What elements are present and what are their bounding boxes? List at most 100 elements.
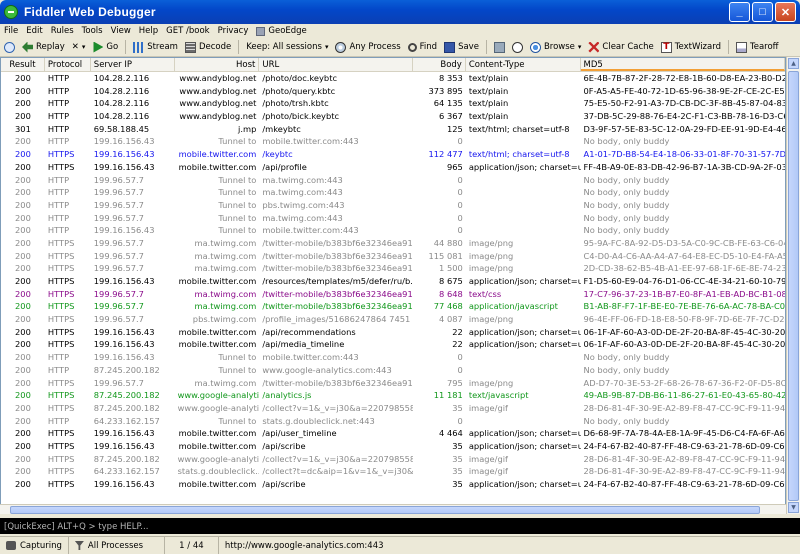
horizontal-scrollbar-thumb[interactable] bbox=[10, 506, 760, 514]
menu-rules[interactable]: Rules bbox=[51, 26, 74, 36]
session-row[interactable]: 200 HTTP 199.16.156.43 Tunnel to mobile.twit… bbox=[1, 135, 785, 148]
save-button[interactable]: Save bbox=[444, 41, 479, 53]
browse-button[interactable]: Browse ▾ bbox=[529, 41, 582, 53]
session-row[interactable]: 200 HTTP 104.28.2.116 www.andyblog.net/phot… bbox=[1, 97, 785, 110]
session-row[interactable]: 200 HTTPS 199.96.57.7 pbs.twimg.com/profile… bbox=[1, 313, 785, 326]
session-row[interactable]: 200 HTTP 199.96.57.7 Tunnel to ma.twimg.com:… bbox=[1, 174, 785, 187]
session-row[interactable]: 200 HTTPS 87.245.200.182 www.google-analyti… bbox=[1, 389, 785, 402]
stream-button[interactable]: Stream bbox=[133, 41, 178, 53]
cell-server-ip: 199.16.156.43 bbox=[93, 225, 155, 236]
session-row[interactable]: 200 HTTPS 199.96.57.7 ma.twimg.com/twitter-… bbox=[1, 262, 785, 275]
any-process-button[interactable]: Any Process bbox=[335, 41, 401, 53]
cell-result: 200 bbox=[15, 212, 31, 223]
capturing-toggle[interactable]: Capturing bbox=[0, 537, 69, 554]
session-row[interactable]: 200 HTTPS 87.245.200.182 www.google-analyti… bbox=[1, 402, 785, 415]
scroll-down-icon[interactable]: ▼ bbox=[788, 502, 799, 513]
session-row[interactable]: 200 HTTPS 199.16.156.43 mobile.twitter.com /… bbox=[1, 148, 785, 161]
scroll-up-icon[interactable]: ▲ bbox=[788, 58, 799, 69]
remove-button[interactable]: ✕ ▾ bbox=[72, 42, 86, 52]
menu-view[interactable]: View bbox=[111, 26, 131, 36]
tearoff-button[interactable]: Tearoff bbox=[735, 41, 779, 53]
menu-get-book[interactable]: GET /book bbox=[166, 26, 209, 36]
session-row[interactable]: 200 HTTPS 199.96.57.7 ma.twimg.com/twitter-… bbox=[1, 288, 785, 301]
sessions-list[interactable]: Result Protocol Server IP Host URL Body … bbox=[0, 57, 786, 514]
menu-file[interactable]: File bbox=[4, 26, 18, 36]
cell-host: ma.twimg.com bbox=[194, 263, 257, 274]
session-row[interactable]: 200 HTTPS 199.16.156.43 mobile.twitter.com /… bbox=[1, 478, 785, 491]
menu-geoedge[interactable]: GeoEdge bbox=[256, 26, 307, 36]
menu-privacy[interactable]: Privacy bbox=[218, 26, 249, 36]
scrollbar-thumb[interactable] bbox=[788, 71, 799, 501]
column-result[interactable]: Result bbox=[1, 58, 45, 71]
close-button[interactable]: ✕ bbox=[775, 2, 796, 22]
session-row[interactable]: 200 HTTP 199.96.57.7 Tunnel to ma.twimg.com:… bbox=[1, 186, 785, 199]
maximize-button[interactable]: □ bbox=[752, 2, 773, 22]
session-row[interactable]: 200 HTTP 87.245.200.182 Tunnel to www.google… bbox=[1, 364, 785, 377]
cell-host: www.google-analyti... bbox=[177, 390, 260, 401]
column-host[interactable]: Host bbox=[175, 58, 260, 71]
replay-button[interactable]: Replay bbox=[22, 41, 65, 53]
cell-server-ip: 87.245.200.182 bbox=[93, 402, 160, 413]
session-row[interactable]: 200 HTTP 199.16.156.43 Tunnel to mobile.twit… bbox=[1, 224, 785, 237]
session-row[interactable]: 200 HTTP 64.233.162.157 Tunnel to stats.g.do… bbox=[1, 415, 785, 428]
chevron-down-icon: ▾ bbox=[577, 43, 582, 51]
column-md5[interactable]: MD5 bbox=[580, 58, 785, 71]
screenshot-icon[interactable] bbox=[493, 41, 505, 53]
session-row[interactable]: 200 HTTP 104.28.2.116 www.andyblog.net/phot… bbox=[1, 85, 785, 98]
quickexec-input[interactable]: [QuickExec] ALT+Q > type HELP... bbox=[0, 516, 800, 534]
menu-edit[interactable]: Edit bbox=[26, 26, 42, 36]
session-row[interactable]: 200 HTTPS 199.16.156.43 mobile.twitter.com /… bbox=[1, 338, 785, 351]
session-row[interactable]: 200 HTTPS 199.96.57.7 ma.twimg.com/twitter-… bbox=[1, 237, 785, 250]
session-row[interactable]: 200 HTTPS 64.233.162.157 stats.g.doubleclic… bbox=[1, 465, 785, 478]
cell-protocol: HTTPS bbox=[47, 314, 75, 325]
column-protocol[interactable]: Protocol bbox=[45, 58, 91, 71]
session-row[interactable]: 200 HTTP 104.28.2.116 www.andyblog.net/phot… bbox=[1, 72, 785, 85]
session-row[interactable]: 200 HTTP 104.28.2.116 www.andyblog.net/phot… bbox=[1, 110, 785, 123]
minimize-button[interactable]: _ bbox=[729, 2, 750, 22]
clear-cache-button[interactable]: Clear Cache bbox=[588, 41, 654, 53]
tearoff-label: Tearoff bbox=[749, 42, 779, 52]
session-row[interactable]: 200 HTTPS 87.245.200.182 www.google-analyti… bbox=[1, 453, 785, 466]
session-row[interactable]: 200 HTTP 199.16.156.43 Tunnel to mobile.twit… bbox=[1, 351, 785, 364]
session-row[interactable]: 200 HTTPS 199.16.156.43 mobile.twitter.com /… bbox=[1, 161, 785, 174]
session-row[interactable]: 200 HTTPS 199.16.156.43 mobile.twitter.com /… bbox=[1, 326, 785, 339]
column-server-ip[interactable]: Server IP bbox=[91, 58, 175, 71]
comment-icon[interactable] bbox=[4, 41, 15, 53]
decode-button[interactable]: Decode bbox=[184, 41, 231, 53]
session-row[interactable]: 301 HTTP 69.58.188.45 j.mp/mkeybtc 125 text/h… bbox=[1, 123, 785, 136]
find-button[interactable]: Find bbox=[407, 42, 437, 52]
session-row[interactable]: 200 HTTPS 199.96.57.7 ma.twimg.com/twitter-… bbox=[1, 250, 785, 263]
column-url[interactable]: URL bbox=[259, 58, 413, 71]
cell-body: 22 bbox=[452, 326, 463, 337]
cell-content-type bbox=[466, 415, 581, 428]
process-filter[interactable]: All Processes bbox=[69, 537, 165, 554]
textwizard-button[interactable]: T TextWizard bbox=[660, 41, 721, 53]
cell-url: ma.twimg.com:443 bbox=[262, 212, 343, 223]
cell-md5: No body, only buddy bbox=[583, 136, 670, 147]
session-row[interactable]: 200 HTTPS 199.96.57.7 ma.twimg.com/twitter-… bbox=[1, 377, 785, 390]
save-icon bbox=[444, 41, 456, 53]
keep-sessions-dropdown[interactable]: Keep: All sessions ▾ bbox=[246, 42, 328, 52]
session-row[interactable]: 200 HTTP 199.96.57.7 Tunnel to pbs.twimg.com… bbox=[1, 199, 785, 212]
horizontal-scrollbar[interactable] bbox=[0, 504, 786, 514]
cell-body: 8 648 bbox=[439, 288, 463, 299]
cell-content-type: image/png bbox=[468, 237, 514, 248]
cell-host: ma.twimg.com bbox=[194, 301, 257, 312]
cell-md5: No body, only buddy bbox=[583, 187, 670, 198]
session-row[interactable]: 200 HTTPS 199.96.57.7 ma.twimg.com/twitter-… bbox=[1, 300, 785, 313]
clear-cache-icon bbox=[588, 41, 600, 53]
menu-tools[interactable]: Tools bbox=[82, 26, 103, 36]
column-content-type[interactable]: Content-Type bbox=[466, 58, 581, 71]
session-row[interactable]: 200 HTTPS 199.16.156.43 mobile.twitter.com /… bbox=[1, 427, 785, 440]
session-row[interactable]: 200 HTTPS 199.16.156.43 mobile.twitter.com /… bbox=[1, 275, 785, 288]
go-button[interactable]: Go bbox=[92, 41, 118, 53]
cell-content-type bbox=[466, 174, 581, 187]
menu-help[interactable]: Help bbox=[139, 26, 158, 36]
column-body[interactable]: Body bbox=[413, 58, 466, 71]
vertical-scrollbar[interactable]: ▲ ▼ bbox=[786, 57, 800, 514]
session-row[interactable]: 200 HTTPS 199.16.156.43 mobile.twitter.com /… bbox=[1, 440, 785, 453]
cell-body: 0 bbox=[457, 187, 463, 198]
session-row[interactable]: 200 HTTP 199.96.57.7 Tunnel to ma.twimg.com:… bbox=[1, 212, 785, 225]
timer-icon[interactable] bbox=[511, 41, 523, 53]
cell-body: 0 bbox=[457, 352, 463, 363]
